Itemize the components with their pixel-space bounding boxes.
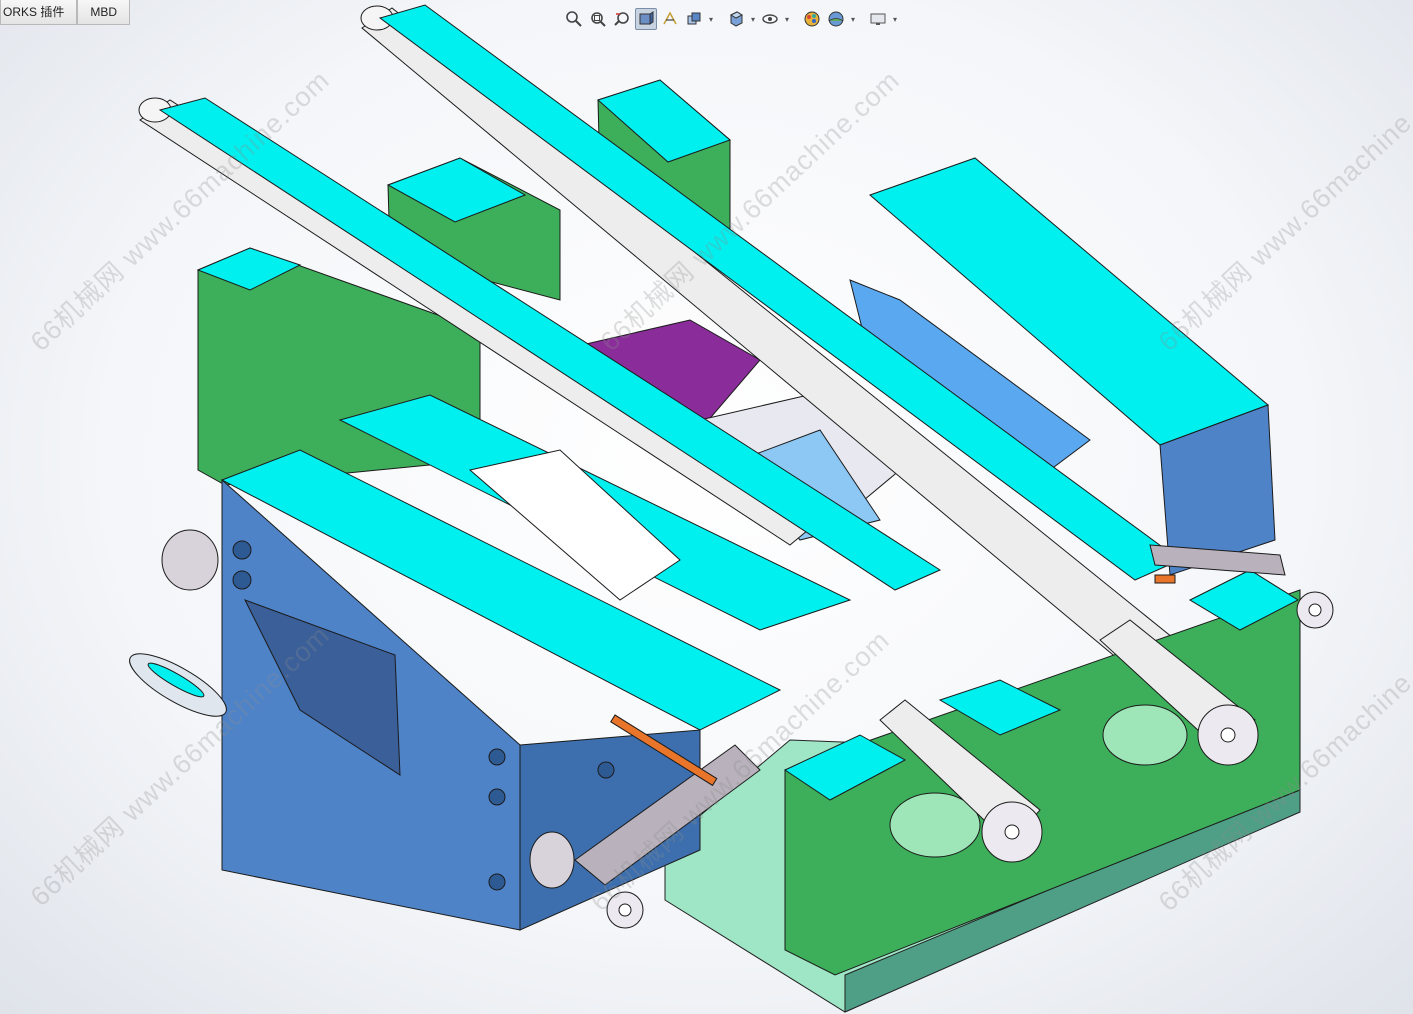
bolt-hole-2 bbox=[232, 570, 252, 590]
heads-up-view-toolbar: ▾ ▾ ▾ ▾ ▾ bbox=[563, 6, 899, 32]
tab-mbd[interactable]: MBD bbox=[77, 0, 131, 25]
front-spring bbox=[529, 831, 575, 889]
bolt-hole-3 bbox=[488, 748, 506, 766]
chevron-down-icon[interactable]: ▾ bbox=[891, 15, 899, 24]
display-style-icon[interactable] bbox=[725, 8, 747, 30]
right-arm-pin-hole bbox=[1308, 603, 1322, 617]
bolt-hole-4 bbox=[488, 788, 506, 806]
command-manager-tabs: ORKS 插件 MBD bbox=[0, 0, 131, 26]
orange-pin-2 bbox=[1154, 574, 1176, 584]
bolt-hole-5 bbox=[488, 873, 506, 891]
dynamic-annotation-icon[interactable] bbox=[659, 8, 681, 30]
bolt-hole-6 bbox=[597, 761, 615, 779]
chevron-down-icon[interactable]: ▾ bbox=[849, 15, 857, 24]
view-settings-icon[interactable] bbox=[867, 8, 889, 30]
edit-appearance-icon[interactable] bbox=[801, 8, 823, 30]
section-view-icon[interactable] bbox=[635, 8, 657, 30]
hide-show-items-icon[interactable] bbox=[759, 8, 781, 30]
zoom-to-fit-icon[interactable] bbox=[563, 8, 585, 30]
chevron-down-icon[interactable]: ▾ bbox=[707, 15, 715, 24]
green-recess-2 bbox=[1102, 704, 1188, 766]
lower-shaft-2-hole bbox=[1220, 727, 1236, 743]
previous-view-icon[interactable] bbox=[611, 8, 633, 30]
apply-scene-icon[interactable] bbox=[825, 8, 847, 30]
view-orientation-icon[interactable] bbox=[683, 8, 705, 30]
zoom-to-area-icon[interactable] bbox=[587, 8, 609, 30]
left-arm-pin-hole bbox=[618, 903, 632, 917]
lower-shaft-1-hole bbox=[1004, 824, 1020, 840]
graphics-area[interactable]: 66机械网 www.66machine.com 66机械网 www.66mach… bbox=[0, 0, 1413, 1014]
bolt-hole-1 bbox=[232, 540, 252, 560]
chevron-down-icon[interactable]: ▾ bbox=[783, 15, 791, 24]
left-spring bbox=[161, 529, 219, 591]
chevron-down-icon[interactable]: ▾ bbox=[749, 15, 757, 24]
tab-solidworks-addins[interactable]: ORKS 插件 bbox=[0, 0, 78, 25]
